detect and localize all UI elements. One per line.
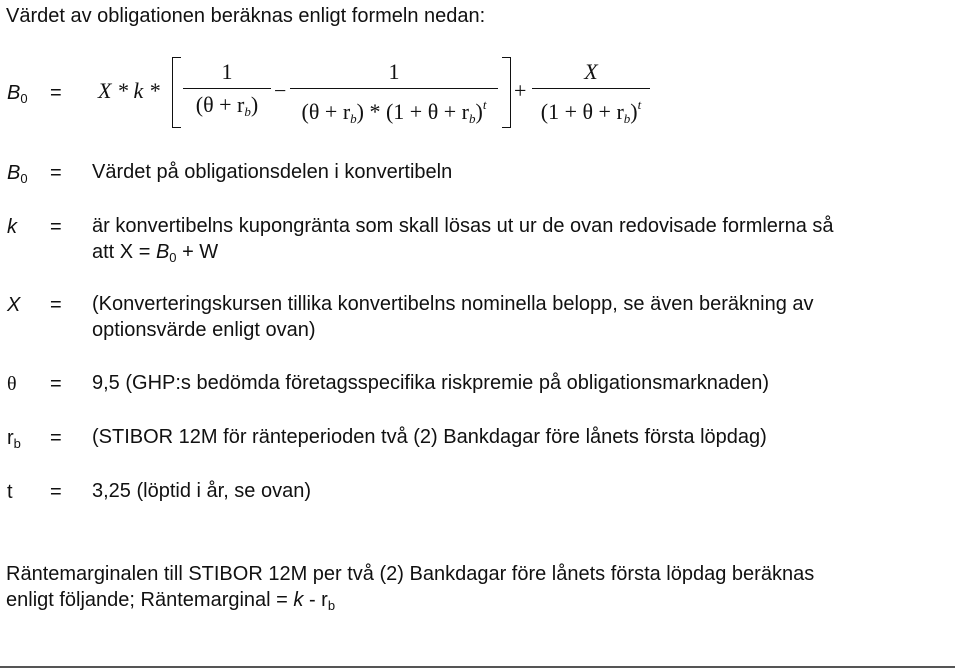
footer-line2-sub: b — [327, 598, 336, 613]
left-bracket — [172, 57, 181, 128]
def-symbol: B0 — [7, 162, 28, 186]
line2-c: + W — [176, 241, 219, 263]
den2-a: (θ + r — [301, 99, 351, 124]
fraction-2: 1 (θ + rb) * (1 + θ + rb)t — [290, 58, 498, 126]
den1-a: (θ + r — [195, 92, 245, 117]
den2-b: ) * (1 + θ + r — [356, 99, 469, 124]
line2-sub: 0 — [169, 250, 177, 265]
plus-sign: + — [514, 78, 527, 103]
formula-prefix: X * k * — [98, 78, 160, 103]
right-bracket — [502, 57, 511, 128]
line2-b: B — [155, 241, 170, 263]
def-equals: = — [50, 481, 62, 503]
def-symbol: k — [7, 216, 17, 238]
page-divider — [0, 666, 955, 668]
formula-lhs-symbol: B — [7, 82, 21, 104]
footer-line2-a: enligt följande; Räntemarginal = — [6, 589, 294, 611]
den3-b: ) — [630, 99, 638, 124]
fraction-2-bar — [290, 88, 498, 89]
def-symbol: θ — [7, 373, 17, 395]
def-text: 9,5 (GHP:s bedömda företagsspecifika ris… — [92, 372, 770, 394]
fraction-3-numerator: X — [584, 59, 598, 84]
fraction-1-numerator: 1 — [221, 59, 233, 84]
bond-value-formula: B0 = X * k * 1 (θ + rb) − 1 (θ + rb) * (… — [0, 56, 960, 136]
fraction-3-denominator: (1 + θ + rb)t — [532, 91, 650, 126]
def-symbol-main: B — [7, 162, 21, 184]
def-text: Värdet på obligationsdelen i konvertibel… — [92, 161, 453, 183]
fraction-3: X (1 + θ + rb)t — [532, 58, 650, 126]
def-text-line1: (Konverteringskursen tillika konvertibel… — [92, 293, 814, 315]
def-symbol: t — [7, 481, 13, 503]
def-symbol: X — [7, 294, 21, 316]
formula-equals: = — [50, 82, 62, 104]
footer-line2: enligt följande; Räntemarginal = k - rb — [6, 587, 814, 619]
minus-sign: − — [274, 78, 287, 103]
def-equals: = — [50, 162, 62, 184]
def-symbol-sub: 0 — [20, 171, 28, 186]
footer-line2-k: k — [293, 589, 304, 611]
def-text: (Konverteringskursen tillika konvertibel… — [92, 291, 814, 343]
den3-sup: t — [637, 97, 642, 112]
def-text-line2: optionsvärde enligt ovan) — [92, 319, 316, 341]
den1-b: ) — [250, 92, 259, 117]
fraction-1: 1 (θ + rb) — [183, 58, 271, 119]
def-equals: = — [50, 427, 62, 449]
def-text: (STIBOR 12M för ränteperioden två (2) Ba… — [92, 426, 767, 448]
fraction-1-denominator: (θ + rb) — [183, 91, 271, 119]
den3-a: (1 + θ + r — [540, 99, 624, 124]
def-equals: = — [50, 294, 62, 316]
intro-text: Värdet av obligationen beräknas enligt f… — [6, 5, 486, 27]
footer-paragraph: Räntemarginalen till STIBOR 12M per två … — [6, 561, 814, 619]
fraction-2-numerator: 1 — [388, 59, 400, 84]
fraction-3-bar — [532, 88, 650, 89]
formula-lhs: B0 — [7, 82, 28, 106]
def-symbol-main: r — [7, 427, 14, 449]
footer-line1: Räntemarginalen till STIBOR 12M per två … — [6, 563, 815, 585]
line2-a: att X = — [92, 241, 156, 263]
def-text-line2: att X = B0 + W — [92, 239, 834, 271]
footer-line2-b: - r — [303, 589, 328, 611]
den2-c: ) — [475, 99, 483, 124]
def-symbol-sub: b — [13, 436, 21, 451]
fraction-2-denominator: (θ + rb) * (1 + θ + rb)t — [290, 91, 498, 126]
def-text-line1: är konvertibelns kupongränta som skall l… — [92, 215, 834, 237]
def-equals: = — [50, 216, 62, 238]
formula-lhs-sub: 0 — [20, 91, 28, 106]
def-text: är konvertibelns kupongränta som skall l… — [92, 213, 834, 271]
def-symbol: rb — [7, 427, 21, 451]
fraction-1-bar — [183, 88, 271, 89]
def-equals: = — [50, 373, 62, 395]
den2-sup: t — [482, 97, 487, 112]
def-text: 3,25 (löptid i år, se ovan) — [92, 480, 312, 502]
